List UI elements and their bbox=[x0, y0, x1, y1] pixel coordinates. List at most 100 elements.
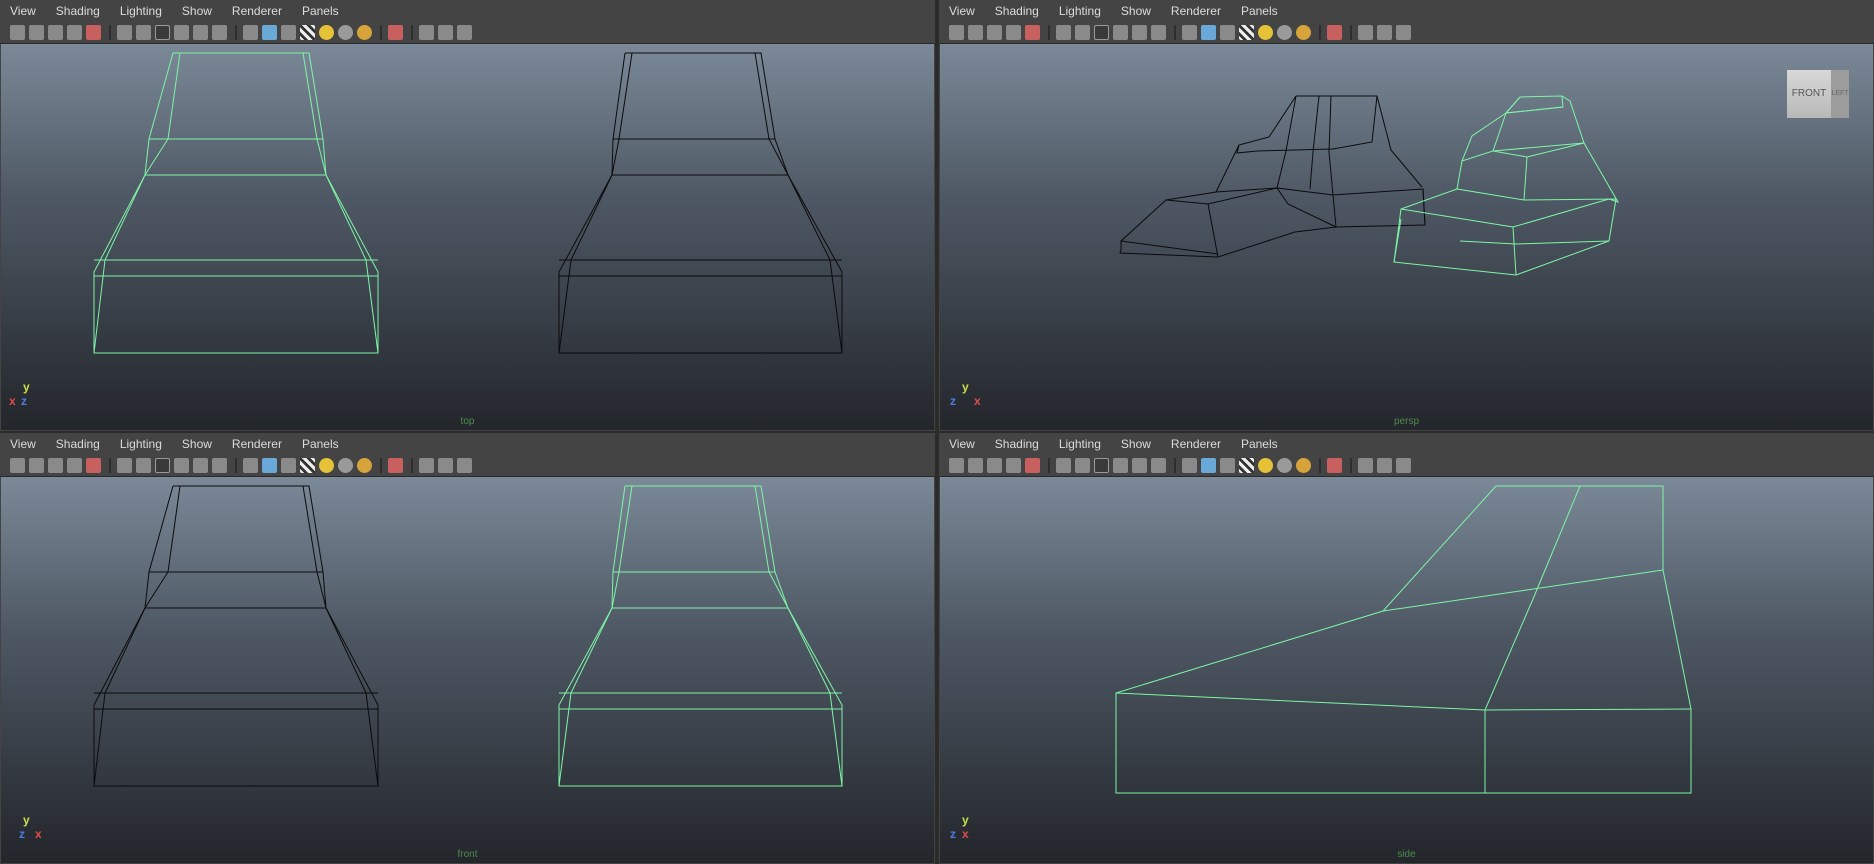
image-plane-icon[interactable] bbox=[1006, 458, 1021, 473]
xray-icon[interactable] bbox=[1358, 25, 1373, 40]
camera-attr-icon[interactable] bbox=[968, 25, 983, 40]
image-plane-icon[interactable] bbox=[67, 458, 82, 473]
view-cube[interactable]: FRONT LEFT bbox=[1787, 70, 1851, 126]
viewport-top[interactable]: y x z top bbox=[1, 44, 934, 430]
wireframe-on-shaded-icon[interactable] bbox=[281, 458, 296, 473]
view-cube-side[interactable]: LEFT bbox=[1831, 70, 1849, 118]
gate-mask-icon[interactable] bbox=[174, 458, 189, 473]
bookmark-icon[interactable] bbox=[48, 25, 63, 40]
mesh-selected[interactable] bbox=[93, 52, 379, 354]
resolution-gate-icon[interactable] bbox=[1094, 458, 1109, 473]
field-chart-icon[interactable] bbox=[193, 458, 208, 473]
2d-pan-icon[interactable] bbox=[86, 458, 101, 473]
wireframe-icon[interactable] bbox=[1182, 25, 1197, 40]
camera-icon[interactable] bbox=[949, 458, 964, 473]
safe-title-icon[interactable] bbox=[212, 458, 227, 473]
default-light-icon[interactable] bbox=[319, 25, 334, 40]
smooth-shade-icon[interactable] bbox=[262, 458, 277, 473]
grid-icon[interactable] bbox=[1056, 458, 1071, 473]
safe-title-icon[interactable] bbox=[1151, 25, 1166, 40]
textured-icon[interactable] bbox=[1239, 458, 1254, 473]
menu-panels[interactable]: Panels bbox=[302, 4, 339, 18]
2d-pan-icon[interactable] bbox=[86, 25, 101, 40]
wireframe-icon[interactable] bbox=[1182, 458, 1197, 473]
mesh-unselected[interactable] bbox=[558, 52, 843, 354]
menu-lighting[interactable]: Lighting bbox=[1059, 4, 1101, 18]
viewport-front[interactable]: y z x front bbox=[1, 477, 934, 863]
resolution-gate-icon[interactable] bbox=[1094, 25, 1109, 40]
wireframe-on-shaded-icon[interactable] bbox=[281, 25, 296, 40]
shadows-icon[interactable] bbox=[1277, 25, 1292, 40]
default-light-icon[interactable] bbox=[1258, 458, 1273, 473]
mesh-selected[interactable] bbox=[1393, 95, 1620, 276]
smooth-shade-icon[interactable] bbox=[1201, 25, 1216, 40]
camera-icon[interactable] bbox=[949, 25, 964, 40]
ambient-occlusion-icon[interactable] bbox=[357, 25, 372, 40]
gate-mask-icon[interactable] bbox=[1113, 25, 1128, 40]
wireframe-on-shaded-icon[interactable] bbox=[1220, 458, 1235, 473]
ambient-occlusion-icon[interactable] bbox=[1296, 25, 1311, 40]
share-icon[interactable] bbox=[457, 25, 472, 40]
camera-attr-icon[interactable] bbox=[29, 458, 44, 473]
mesh-unselected[interactable] bbox=[93, 485, 379, 787]
xray-icon[interactable] bbox=[419, 458, 434, 473]
safe-title-icon[interactable] bbox=[212, 25, 227, 40]
film-gate-icon[interactable] bbox=[136, 458, 151, 473]
share-icon[interactable] bbox=[1396, 25, 1411, 40]
menu-panels[interactable]: Panels bbox=[302, 437, 339, 451]
menu-panels[interactable]: Panels bbox=[1241, 4, 1278, 18]
field-chart-icon[interactable] bbox=[193, 25, 208, 40]
viewport-persp[interactable]: FRONT LEFT y z x persp bbox=[940, 44, 1873, 430]
mesh-selected[interactable] bbox=[558, 485, 843, 787]
menu-shading[interactable]: Shading bbox=[56, 437, 100, 451]
camera-icon[interactable] bbox=[10, 458, 25, 473]
menu-renderer[interactable]: Renderer bbox=[1171, 437, 1221, 451]
xray-icon[interactable] bbox=[419, 25, 434, 40]
smooth-shade-icon[interactable] bbox=[262, 25, 277, 40]
shadows-icon[interactable] bbox=[338, 25, 353, 40]
textured-icon[interactable] bbox=[1239, 25, 1254, 40]
safe-title-icon[interactable] bbox=[1151, 458, 1166, 473]
menu-renderer[interactable]: Renderer bbox=[232, 437, 282, 451]
field-chart-icon[interactable] bbox=[1132, 25, 1147, 40]
menu-show[interactable]: Show bbox=[1121, 437, 1151, 451]
xray-joints-icon[interactable] bbox=[1377, 458, 1392, 473]
ambient-occlusion-icon[interactable] bbox=[357, 458, 372, 473]
menu-lighting[interactable]: Lighting bbox=[120, 437, 162, 451]
xray-icon[interactable] bbox=[1358, 458, 1373, 473]
menu-view[interactable]: View bbox=[949, 4, 975, 18]
wireframe-icon[interactable] bbox=[243, 25, 258, 40]
share-icon[interactable] bbox=[1396, 458, 1411, 473]
grid-icon[interactable] bbox=[117, 25, 132, 40]
2d-pan-icon[interactable] bbox=[1025, 25, 1040, 40]
menu-lighting[interactable]: Lighting bbox=[120, 4, 162, 18]
menu-show[interactable]: Show bbox=[182, 4, 212, 18]
mesh-unselected[interactable] bbox=[1119, 95, 1426, 258]
image-plane-icon[interactable] bbox=[1006, 25, 1021, 40]
film-gate-icon[interactable] bbox=[1075, 458, 1090, 473]
menu-renderer[interactable]: Renderer bbox=[1171, 4, 1221, 18]
wireframe-on-shaded-icon[interactable] bbox=[1220, 25, 1235, 40]
menu-lighting[interactable]: Lighting bbox=[1059, 437, 1101, 451]
gate-mask-icon[interactable] bbox=[1113, 458, 1128, 473]
film-gate-icon[interactable] bbox=[136, 25, 151, 40]
2d-pan-icon[interactable] bbox=[1025, 458, 1040, 473]
menu-show[interactable]: Show bbox=[182, 437, 212, 451]
xray-joints-icon[interactable] bbox=[438, 25, 453, 40]
default-light-icon[interactable] bbox=[319, 458, 334, 473]
menu-show[interactable]: Show bbox=[1121, 4, 1151, 18]
grid-icon[interactable] bbox=[117, 458, 132, 473]
isolate-select-icon[interactable] bbox=[1327, 25, 1342, 40]
resolution-gate-icon[interactable] bbox=[155, 25, 170, 40]
isolate-select-icon[interactable] bbox=[388, 458, 403, 473]
mesh-selected[interactable] bbox=[1115, 485, 1692, 794]
menu-view[interactable]: View bbox=[10, 4, 36, 18]
menu-shading[interactable]: Shading bbox=[995, 437, 1039, 451]
gate-mask-icon[interactable] bbox=[174, 25, 189, 40]
image-plane-icon[interactable] bbox=[67, 25, 82, 40]
textured-icon[interactable] bbox=[300, 25, 315, 40]
shadows-icon[interactable] bbox=[1277, 458, 1292, 473]
smooth-shade-icon[interactable] bbox=[1201, 458, 1216, 473]
wireframe-icon[interactable] bbox=[243, 458, 258, 473]
bookmark-icon[interactable] bbox=[987, 458, 1002, 473]
